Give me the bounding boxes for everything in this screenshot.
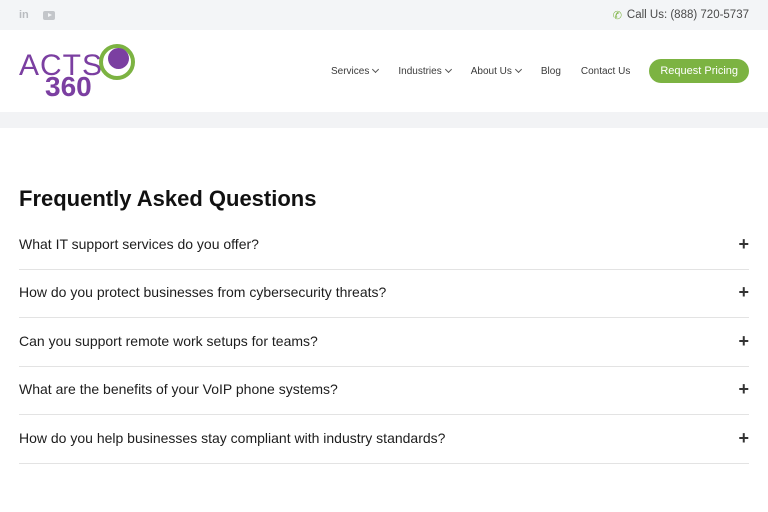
linkedin-icon[interactable]: in bbox=[19, 9, 29, 21]
social-links: in bbox=[19, 9, 55, 21]
nav-item-services[interactable]: Services bbox=[331, 65, 380, 77]
faq-question: How do you protect businesses from cyber… bbox=[19, 284, 387, 301]
faq-question: What IT support services do you offer? bbox=[19, 235, 259, 252]
top-bar: in ✆ Call Us: (888) 720-5737 bbox=[0, 0, 768, 30]
faq-question: How do you help businesses stay complian… bbox=[19, 429, 446, 446]
logo-dot bbox=[108, 48, 129, 69]
plus-icon[interactable]: + bbox=[738, 283, 749, 301]
site-header: ACTS 360 Services Industries About Us Bl… bbox=[0, 30, 768, 112]
nav-item-industries[interactable]: Industries bbox=[398, 65, 452, 77]
faq-title: Frequently Asked Questions bbox=[19, 186, 317, 211]
phone-icon: ✆ bbox=[612, 9, 622, 22]
nav-item-label: Contact Us bbox=[580, 65, 631, 77]
chevron-down-icon bbox=[514, 65, 522, 74]
nav-item-label: Industries bbox=[398, 65, 442, 77]
faq-item[interactable]: What IT support services do you offer? + bbox=[19, 221, 749, 270]
faq-item[interactable]: How do you protect businesses from cyber… bbox=[19, 270, 749, 318]
chevron-down-icon bbox=[372, 65, 380, 74]
nav-item-blog[interactable]: Blog bbox=[541, 66, 561, 77]
call-us[interactable]: ✆ Call Us: (888) 720-5737 bbox=[613, 9, 749, 22]
header-divider-band bbox=[0, 112, 768, 128]
acts360-logo[interactable]: ACTS 360 bbox=[19, 41, 139, 102]
youtube-icon[interactable] bbox=[42, 10, 55, 20]
faq-section: Frequently Asked Questions What IT suppo… bbox=[0, 128, 768, 464]
faq-item[interactable]: What are the benefits of your VoIP phone… bbox=[19, 367, 749, 415]
faq-question: What are the benefits of your VoIP phone… bbox=[19, 381, 338, 398]
request-pricing-button[interactable]: Request Pricing bbox=[649, 59, 749, 83]
nav-item-label: Blog bbox=[540, 65, 561, 77]
plus-icon[interactable]: + bbox=[738, 429, 749, 447]
nav-item-label: About Us bbox=[470, 65, 512, 77]
nav-item-about-us[interactable]: About Us bbox=[470, 65, 522, 77]
logo-number: 360 bbox=[45, 71, 92, 102]
plus-icon[interactable]: + bbox=[738, 380, 749, 398]
nav-item-label: Services bbox=[331, 65, 370, 77]
call-us-text: Call Us: (888) 720-5737 bbox=[626, 9, 749, 21]
faq-item[interactable]: How do you help businesses stay complian… bbox=[19, 415, 749, 464]
plus-icon[interactable]: + bbox=[738, 332, 749, 350]
nav-item-contact-us[interactable]: Contact Us bbox=[581, 66, 630, 77]
chevron-down-icon bbox=[444, 65, 452, 74]
plus-icon[interactable]: + bbox=[738, 235, 749, 253]
main-nav: Services Industries About Us Blog Contac… bbox=[331, 59, 749, 83]
faq-item[interactable]: Can you support remote work setups for t… bbox=[19, 318, 749, 367]
faq-question: Can you support remote work setups for t… bbox=[19, 332, 318, 349]
